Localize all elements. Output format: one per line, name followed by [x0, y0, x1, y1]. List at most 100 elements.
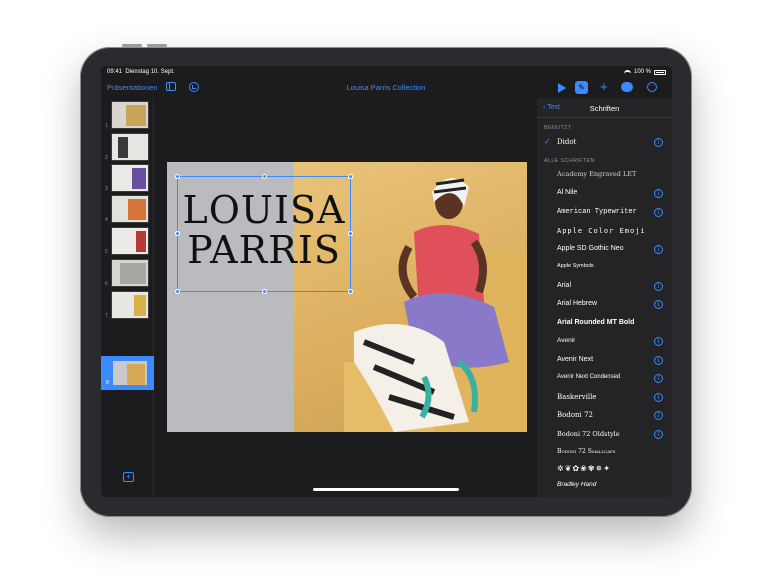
- font-row[interactable]: Avenir i: [537, 333, 672, 351]
- info-icon[interactable]: i: [654, 411, 663, 420]
- resize-handle[interactable]: [262, 174, 267, 179]
- font-row[interactable]: Apple SD Gothic Neo i: [537, 241, 672, 259]
- font-row[interactable]: Arial Rounded MT Bold: [537, 315, 672, 333]
- resize-handle[interactable]: [175, 289, 180, 294]
- font-name: Bodoni 72 Smallcaps: [557, 448, 616, 455]
- font-row[interactable]: Arial i: [537, 278, 672, 296]
- more-icon[interactable]: ···: [647, 82, 657, 92]
- slide-number: 8: [106, 380, 109, 386]
- info-icon[interactable]: i: [654, 356, 663, 365]
- paintbrush-icon[interactable]: ✎: [575, 81, 588, 94]
- info-icon[interactable]: i: [654, 393, 663, 402]
- status-bar: 09:41 Dienstag 10. Sept. 100 %: [101, 66, 672, 78]
- font-name: Arial: [557, 282, 572, 289]
- info-icon[interactable]: i: [654, 282, 663, 291]
- document-title[interactable]: Louisa Parris Collection: [301, 83, 471, 92]
- font-row[interactable]: American Typewriter i: [537, 204, 672, 222]
- text-selection-box[interactable]: [175, 174, 353, 294]
- font-row[interactable]: Academy Engraved LET: [537, 166, 672, 184]
- current-slide[interactable]: LOUISA PARRIS: [167, 162, 527, 432]
- sidebar-icon[interactable]: [166, 82, 176, 91]
- slide-thumbnail[interactable]: 3: [105, 164, 149, 192]
- slide-number: 2: [105, 155, 108, 161]
- add-slide-button[interactable]: +: [123, 472, 134, 482]
- thumbnail-image: [127, 364, 145, 385]
- font-name: Bodoni 72 Oldstyle: [557, 430, 620, 438]
- font-row[interactable]: Bradley Hand: [537, 477, 672, 495]
- slide-number: 4: [105, 217, 108, 223]
- font-row[interactable]: Apple Symbols: [537, 259, 672, 277]
- slide-canvas[interactable]: LOUISA PARRIS: [155, 98, 537, 497]
- resize-handle[interactable]: [348, 231, 353, 236]
- slide-number: 3: [105, 186, 108, 192]
- font-row-used[interactable]: ✓ Didot i: [537, 134, 672, 152]
- slide-thumbnail[interactable]: 2: [105, 133, 149, 161]
- font-name: Arial Rounded MT Bold: [557, 319, 635, 326]
- info-icon[interactable]: i: [654, 337, 663, 346]
- slide-thumbnail[interactable]: 4: [105, 195, 149, 223]
- resize-handle[interactable]: [175, 231, 180, 236]
- info-icon[interactable]: i: [654, 300, 663, 309]
- slide-thumbnail[interactable]: 5: [105, 227, 149, 255]
- slide-thumbnail[interactable]: 6: [105, 259, 149, 287]
- thumbnail-image: [134, 295, 146, 316]
- thumbnail-image: [120, 263, 146, 284]
- font-row[interactable]: Al Nile i: [537, 185, 672, 203]
- font-name: Al Nile: [557, 189, 578, 196]
- info-icon[interactable]: i: [654, 374, 663, 383]
- font-name: Avenir Next Condensed: [557, 374, 621, 380]
- font-name: Baskerville: [557, 393, 597, 401]
- font-name: Academy Engraved LET: [557, 170, 637, 178]
- slide-thumbnail[interactable]: 1: [105, 101, 149, 129]
- thumbnail-image: [126, 105, 146, 126]
- status-time: 09:41 Dienstag 10. Sept.: [107, 69, 175, 75]
- font-name: Apple Color Emoji: [557, 227, 646, 235]
- fonts-panel: ‹ Text Schriften BENUTZT ✓ Didot i ALLE …: [537, 98, 672, 497]
- slide-thumbnail[interactable]: 7: [105, 291, 149, 319]
- slide-number: 1: [105, 123, 108, 129]
- thumbnail-image: [136, 231, 146, 252]
- all-fonts-section-label: ALLE SCHRIFTEN: [544, 158, 595, 164]
- font-name: Avenir Next: [557, 356, 594, 363]
- font-name: American Typewriter: [557, 208, 637, 216]
- resize-handle[interactable]: [348, 289, 353, 294]
- play-icon[interactable]: [558, 83, 566, 93]
- thumbnail-image: [132, 168, 146, 189]
- info-icon[interactable]: i: [654, 138, 663, 147]
- info-icon[interactable]: i: [654, 208, 663, 217]
- volume-button-2: [147, 44, 167, 47]
- checkmark-icon: ✓: [544, 137, 551, 146]
- font-row[interactable]: Arial Hebrew i: [537, 296, 672, 314]
- font-row[interactable]: Bodoni 72 Oldstyle i: [537, 426, 672, 444]
- presentations-back-button[interactable]: Präsentationen: [107, 83, 157, 92]
- info-icon[interactable]: i: [654, 245, 663, 254]
- font-row[interactable]: Avenir Next i: [537, 352, 672, 370]
- font-name: Apple SD Gothic Neo: [557, 245, 624, 252]
- ornaments-font-sample: ✲❦✿❀✾✵✦: [557, 464, 611, 473]
- font-row[interactable]: Avenir Next Condensed i: [537, 370, 672, 388]
- slide-number: 5: [105, 249, 108, 255]
- slide-thumbnail-selected[interactable]: 8: [106, 359, 149, 387]
- screen: 09:41 Dienstag 10. Sept. 100 % Präsentat…: [101, 66, 672, 497]
- resize-handle[interactable]: [262, 289, 267, 294]
- font-row[interactable]: Baskerville i: [537, 389, 672, 407]
- plus-icon[interactable]: +: [600, 79, 608, 94]
- resize-handle[interactable]: [348, 174, 353, 179]
- resize-handle[interactable]: [175, 174, 180, 179]
- font-name: Arial Hebrew: [557, 300, 598, 307]
- home-indicator[interactable]: [313, 488, 459, 491]
- undo-icon[interactable]: [189, 82, 199, 92]
- toolbar: Präsentationen Louisa Parris Collection …: [101, 78, 672, 98]
- panel-header: ‹ Text Schriften: [537, 98, 672, 118]
- font-row[interactable]: ✲❦✿❀✾✵✦: [537, 460, 672, 478]
- info-icon[interactable]: i: [654, 430, 663, 439]
- slide-number: 6: [105, 281, 108, 287]
- font-row[interactable]: Apple Color Emoji: [537, 223, 672, 241]
- font-name: Avenir: [557, 337, 576, 344]
- battery-icon: [654, 69, 666, 75]
- panel-title: Schriften: [589, 104, 620, 113]
- info-icon[interactable]: i: [654, 189, 663, 198]
- collaborate-icon[interactable]: [621, 82, 633, 92]
- font-name: Bradley Hand: [557, 481, 597, 488]
- font-row[interactable]: Bodoni 72 i: [537, 407, 672, 425]
